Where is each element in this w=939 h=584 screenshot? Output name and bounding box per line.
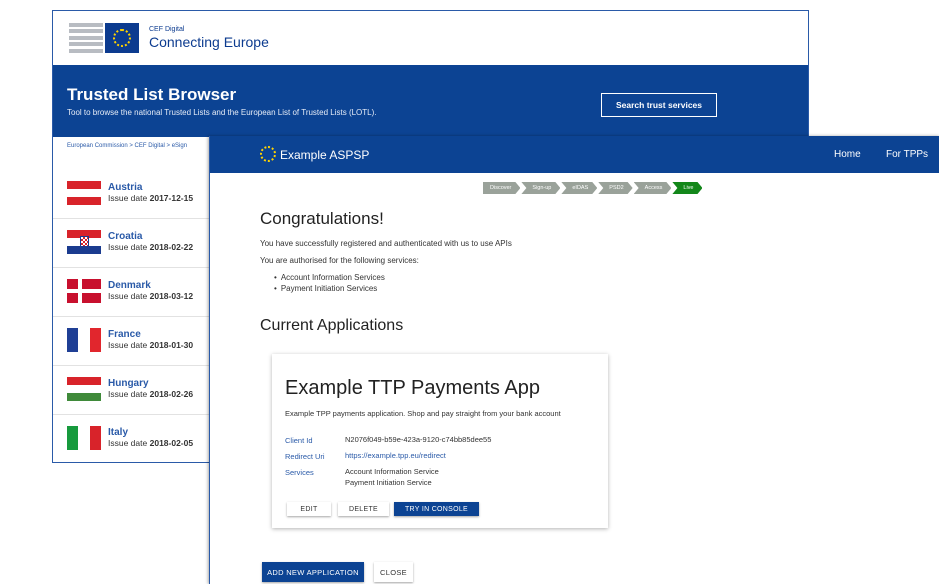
eu-flag-icon	[105, 22, 139, 53]
cef-brand-small: CEF Digital	[149, 26, 185, 33]
redirect-uri-link[interactable]: https://example.tpp.eu/redirect	[345, 450, 446, 461]
progress-steps: Discover Sign-up eIDAS PSD2 Access Live	[483, 182, 703, 194]
client-id-label: Client Id	[285, 436, 313, 445]
step-live: Live	[672, 182, 702, 194]
application-service: Account Information Service	[345, 467, 439, 476]
cef-brand-title: Connecting Europe	[149, 34, 269, 50]
congratulations-heading: Congratulations!	[260, 209, 384, 228]
step-psd2: PSD2	[598, 182, 632, 194]
list-item: Account Information Services	[274, 273, 385, 284]
denmark-flag-icon	[67, 279, 101, 303]
page-subtitle: Tool to browse the national Trusted List…	[67, 108, 377, 117]
eu-stars-logo-icon[interactable]	[260, 146, 276, 162]
registration-message: You have successfully registered and aut…	[260, 239, 512, 248]
divider	[53, 365, 223, 366]
current-applications-heading: Current Applications	[260, 317, 404, 334]
authorisation-message: You are authorised for the following ser…	[260, 256, 419, 265]
cef-header: CEF Digital Connecting Europe	[53, 11, 808, 64]
application-description: Example TPP payments application. Shop a…	[285, 409, 561, 418]
application-service: Payment Initiation Service	[345, 478, 432, 487]
application-card: Example TTP Payments App Example TPP pay…	[272, 354, 608, 528]
france-flag-icon	[67, 328, 101, 352]
hungary-flag-icon	[67, 377, 101, 401]
nav-home-link[interactable]: Home	[834, 149, 861, 160]
page-title: Trusted List Browser	[67, 85, 237, 104]
list-item: Payment Initiation Services	[274, 284, 385, 295]
issue-date: Issue date 2018-02-22	[108, 241, 194, 252]
issue-date: Issue date 2018-03-12	[108, 290, 194, 301]
issue-date: Issue date 2018-02-05	[108, 437, 194, 448]
divider	[53, 267, 223, 268]
application-name: Example TTP Payments App	[285, 377, 540, 399]
delete-button[interactable]: DELETE	[338, 502, 389, 516]
country-item-france[interactable]: France Issue date 2018-01-30	[67, 320, 207, 360]
issue-date: Issue date 2018-01-30	[108, 339, 194, 350]
divider	[53, 316, 223, 317]
divider	[53, 414, 223, 415]
step-eidas: eIDAS	[561, 182, 597, 194]
close-button[interactable]: CLOSE	[374, 562, 413, 582]
step-sign-up: Sign-up	[521, 182, 560, 194]
country-item-italy[interactable]: Italy Issue date 2018-02-05	[67, 418, 207, 458]
step-discover: Discover	[483, 182, 520, 194]
european-commission-logo[interactable]	[69, 22, 139, 53]
edit-button[interactable]: EDIT	[287, 502, 331, 516]
example-aspsp-window: Example ASPSP Home For TPPs Discover Sig…	[209, 136, 939, 584]
croatia-flag-icon	[67, 230, 101, 254]
country-item-croatia[interactable]: Croatia Issue date 2018-02-22	[67, 222, 207, 262]
breadcrumb[interactable]: European Commission > CEF Digital > eSig…	[67, 143, 187, 149]
cef-brand: CEF Digital Connecting Europe	[149, 26, 269, 49]
redirect-uri-label: Redirect Uri	[285, 452, 325, 461]
issue-date: Issue date 2017-12-15	[108, 192, 194, 203]
nav-for-tpps-link[interactable]: For TPPs	[886, 149, 928, 160]
step-access: Access	[634, 182, 672, 194]
client-id-value: N2076f049-b59e-423a-9120-c74bb85dee55	[345, 435, 492, 444]
top-nav-bar: Example ASPSP Home For TPPs	[210, 136, 939, 173]
divider	[53, 218, 223, 219]
search-trust-services-button[interactable]: Search trust services	[601, 93, 717, 117]
italy-flag-icon	[67, 426, 101, 450]
page-banner: Trusted List Browser Tool to browse the …	[53, 65, 808, 137]
country-item-hungary[interactable]: Hungary Issue date 2018-02-26	[67, 369, 207, 409]
commission-building-icon	[69, 22, 103, 53]
add-new-application-button[interactable]: ADD NEW APPLICATION	[262, 562, 364, 582]
country-item-austria[interactable]: Austria Issue date 2017-12-15	[67, 173, 207, 213]
try-in-console-button[interactable]: TRY IN CONSOLE	[394, 502, 479, 516]
austria-flag-icon	[67, 181, 101, 205]
issue-date: Issue date 2018-02-26	[108, 388, 194, 399]
authorised-services-list: Account Information Services Payment Ini…	[274, 273, 385, 295]
app-title[interactable]: Example ASPSP	[280, 148, 369, 162]
services-label: Services	[285, 468, 314, 477]
country-item-denmark[interactable]: Denmark Issue date 2018-03-12	[67, 271, 207, 311]
